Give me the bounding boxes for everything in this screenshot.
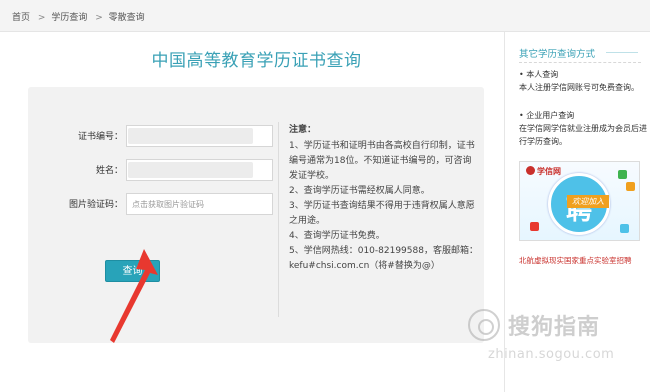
enterprise-query-heading[interactable]: • 企业用户查询 <box>519 109 647 122</box>
watermark: 搜狗指南 zhinan.sogou.com <box>468 305 648 385</box>
cert-number-row: 证书编号： <box>28 125 278 147</box>
personal-query-block: • 本人查询 本人注册学信网账号可免费查询。 <box>519 68 647 94</box>
breadcrumb-separator: > <box>37 13 46 23</box>
decor-square <box>618 170 627 179</box>
query-panel: 证书编号： 姓名： 图片验证码： 点击获取图片验证码 查询 注意： 1、学历证书… <box>28 87 484 343</box>
main-content: 中国高等教育学历证书查询 证书编号： 姓名： 图片验证码： 点击获取图片验证码 … <box>8 32 505 392</box>
note-item: 5、学信网热线：010-82199588，客服邮箱：kefu#chsi.com.… <box>289 246 478 271</box>
breadcrumb-separator: > <box>95 13 103 23</box>
enterprise-query-desc: 在学信网学信就业注册成为会员后进行学历查询。 <box>519 124 647 146</box>
sidebar-title-rule <box>606 52 638 53</box>
enterprise-query-block: • 企业用户查询 在学信网学信就业注册成为会员后进行学历查询。 <box>519 109 647 148</box>
redacted-value <box>128 162 253 178</box>
sidebar-divider <box>519 62 641 63</box>
breadcrumb-current: 零散查询 <box>108 13 145 23</box>
note-item: 1、学历证书和证明书由各高校自行印制，证书编号通常为18位。不知道证书编号的，可… <box>289 141 475 181</box>
banner-ribbon: 欢迎加入 <box>567 195 609 208</box>
name-row: 姓名： <box>28 159 278 181</box>
name-label: 姓名： <box>95 166 123 176</box>
red-arrow-icon <box>110 249 158 343</box>
cert-number-label: 证书编号： <box>77 132 123 142</box>
decor-square <box>620 224 629 233</box>
page-title: 中国高等教育学历证书查询 <box>151 51 362 71</box>
recruitment-banner[interactable]: 聘 欢迎加入 学信网 <box>519 161 640 241</box>
watermark-text: 搜狗指南 <box>508 315 601 340</box>
notes-title: 注意： <box>289 125 317 135</box>
watermark-url: zhinan.sogou.com <box>488 347 615 362</box>
captcha-label: 图片验证码： <box>68 200 123 210</box>
breadcrumb: 首页 > 学历查询 > 零散查询 <box>0 0 650 32</box>
note-item: 3、学历证书查询结果不得用于违背权属人意愿之用途。 <box>289 201 475 226</box>
decor-square <box>530 222 539 231</box>
sogou-logo-icon <box>468 309 500 341</box>
breadcrumb-degree-query[interactable]: 学历查询 <box>51 13 87 23</box>
vertical-divider <box>278 122 279 317</box>
breadcrumb-home[interactable]: 首页 <box>12 13 30 23</box>
redacted-value <box>128 128 253 144</box>
chsi-logo: 学信网 <box>526 166 561 177</box>
recruitment-link[interactable]: 北航虚拟现实国家重点实验室招聘 <box>519 255 632 266</box>
note-item: 2、查询学历证书需经权属人同意。 <box>289 186 430 196</box>
personal-query-heading[interactable]: • 本人查询 <box>519 68 647 81</box>
decor-square <box>626 182 635 191</box>
sidebar-title: 其它学历查询方式 <box>519 49 596 60</box>
note-item: 4、查询学历证书免费。 <box>289 231 385 241</box>
captcha-input[interactable]: 点击获取图片验证码 <box>126 193 273 215</box>
chsi-logo-icon <box>526 166 535 175</box>
chsi-logo-text: 学信网 <box>537 167 561 176</box>
personal-query-desc: 本人注册学信网账号可免费查询。 <box>519 83 639 92</box>
captcha-row: 图片验证码： 点击获取图片验证码 <box>28 193 278 215</box>
notes-section: 注意： 1、学历证书和证明书由各高校自行印制，证书编号通常为18位。不知道证书编… <box>289 123 479 274</box>
